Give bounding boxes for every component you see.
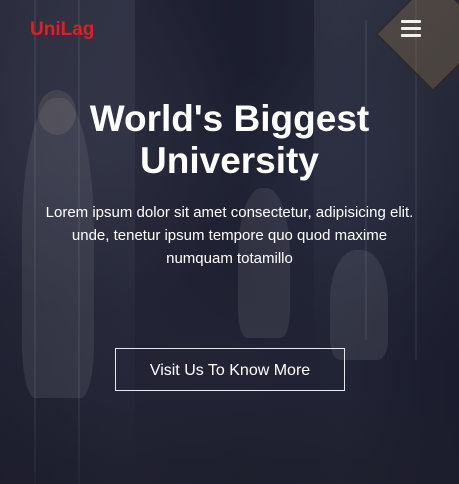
hero-description-line: Lorem ipsum dolor sit amet consectetur, … <box>45 204 414 221</box>
hero-description: Lorem ipsum dolor sit amet consectetur, … <box>40 201 420 270</box>
hamburger-menu-icon[interactable] <box>401 20 421 37</box>
hero-title: World's Biggest University <box>89 98 370 181</box>
visit-button[interactable]: Visit Us To Know More <box>115 348 345 391</box>
site-logo[interactable]: UniLag <box>30 19 94 41</box>
menu-line <box>401 20 421 23</box>
hero-description-line: unde, tenetur ipsum tempore quo quod max… <box>71 227 388 267</box>
hero-content: World's Biggest University Lorem ipsum d… <box>0 98 459 270</box>
menu-line <box>401 34 421 37</box>
background-street-shadow <box>0 394 459 484</box>
menu-line <box>401 27 421 30</box>
hero-section: UniLag World's Biggest University Lorem … <box>0 0 459 484</box>
